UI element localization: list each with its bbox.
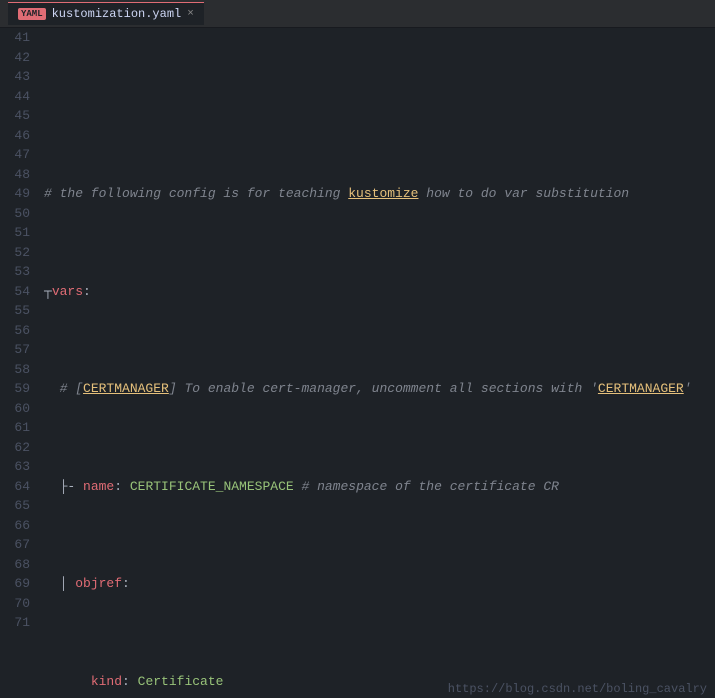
code-area: 41 42 43 44 45 46 47 48 49 50 51 52 53 5… bbox=[0, 28, 715, 698]
footer-url: https://blog.csdn.net/boling_cavalry bbox=[440, 680, 715, 698]
tab-label: kustomization.yaml bbox=[52, 7, 182, 21]
line-43: ┬vars: bbox=[44, 282, 715, 302]
close-tab-button[interactable]: × bbox=[187, 8, 194, 20]
yaml-badge: YAML bbox=[18, 8, 46, 20]
title-bar: YAML kustomization.yaml × bbox=[0, 0, 715, 28]
line-46: │ objref: bbox=[44, 574, 715, 594]
line-numbers: 41 42 43 44 45 46 47 48 49 50 51 52 53 5… bbox=[0, 28, 40, 698]
line-41 bbox=[44, 87, 715, 107]
line-44: # [CERTMANAGER] To enable cert-manager, … bbox=[44, 379, 715, 399]
code-content: # the following config is for teaching k… bbox=[40, 28, 715, 698]
line-42: # the following config is for teaching k… bbox=[44, 184, 715, 204]
line-45: ├- name: CERTIFICATE_NAMESPACE # namespa… bbox=[44, 477, 715, 497]
file-tab[interactable]: YAML kustomization.yaml × bbox=[8, 2, 204, 25]
